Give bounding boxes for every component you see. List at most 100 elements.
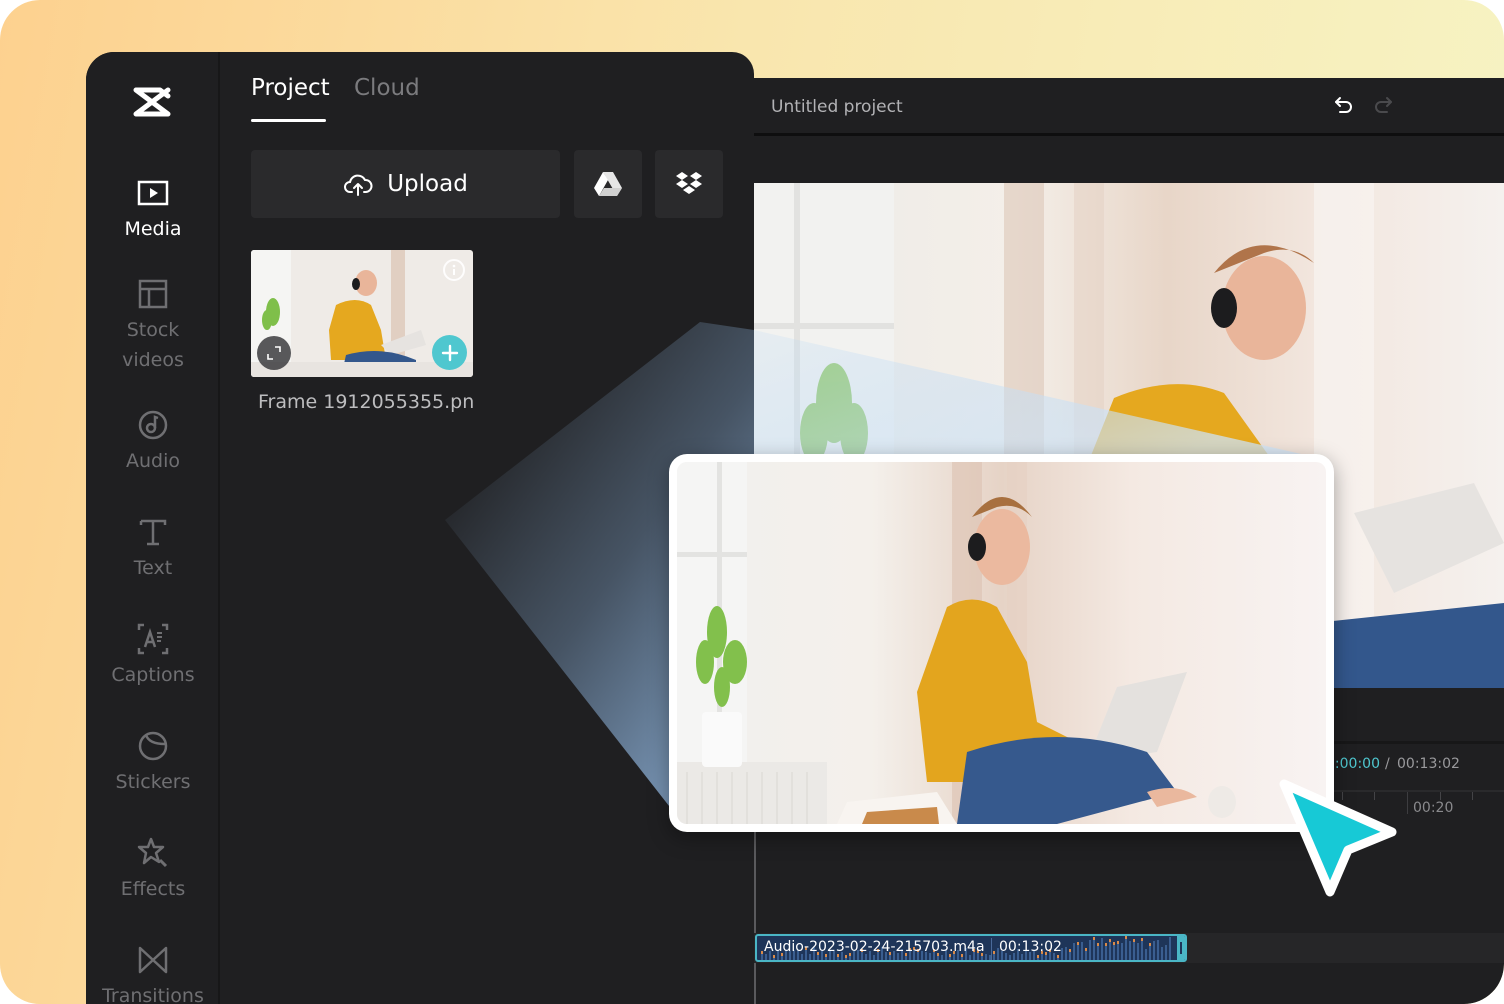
waveform-bar <box>1065 947 1067 960</box>
redo-icon[interactable] <box>1371 94 1395 118</box>
total-time: 00:13:02 <box>1397 756 1460 772</box>
waveform-peak <box>1085 948 1087 951</box>
sidebar-item-transitions[interactable]: Transitions <box>86 943 220 1004</box>
waveform-bar <box>1161 947 1163 960</box>
cloud-upload-icon <box>344 174 373 196</box>
audio-clip-divider <box>991 938 992 960</box>
audio-note-icon <box>136 408 170 442</box>
google-drive-button[interactable] <box>574 150 642 218</box>
playhead[interactable] <box>754 820 756 1004</box>
audio-clip-name: Audio-2023-02-24-215703.m4a <box>764 939 985 955</box>
waveform-bar <box>1157 940 1159 960</box>
audio-clip-trim-handle[interactable] <box>1177 936 1185 960</box>
waveform-peak <box>993 951 995 954</box>
active-tab-indicator <box>251 119 326 122</box>
dropbox-button[interactable] <box>655 150 723 218</box>
captions-icon <box>136 622 170 656</box>
undo-icon[interactable] <box>1332 94 1356 118</box>
tab-project[interactable]: Project <box>251 72 330 104</box>
waveform-bar <box>1165 945 1167 960</box>
audio-clip-duration: 00:13:02 <box>999 939 1062 955</box>
media-thumbnail[interactable] <box>251 250 473 377</box>
waveform-bar <box>1009 955 1011 960</box>
sidebar: Media Stock videos Audio Text Captions S… <box>86 52 220 1004</box>
left-panel: Media Stock videos Audio Text Captions S… <box>86 52 754 1004</box>
sidebar-item-label: Effects <box>120 878 186 900</box>
waveform-bar <box>1093 937 1095 960</box>
zoomed-photo <box>677 462 1326 824</box>
waveform-peak <box>761 951 763 954</box>
sidebar-item-effects[interactable]: Effects <box>86 836 220 904</box>
sidebar-item-label: Text <box>133 557 173 579</box>
add-to-timeline-button[interactable] <box>432 335 467 370</box>
waveform-bar <box>1153 941 1155 960</box>
waveform-peak <box>1093 937 1095 940</box>
waveform-peak <box>1037 955 1039 958</box>
upload-button[interactable]: Upload <box>251 150 560 218</box>
waveform-bar <box>1101 938 1103 960</box>
sidebar-item-label: Stickers <box>115 771 191 793</box>
sidebar-item-label: Captions <box>111 664 195 686</box>
waveform-peak <box>1105 943 1107 946</box>
waveform-peak <box>1133 939 1135 942</box>
waveform-bar <box>1129 941 1131 960</box>
waveform-bar <box>1081 942 1083 960</box>
stock-layout-icon <box>136 277 170 311</box>
waveform-bar <box>1145 949 1147 960</box>
waveform-peak <box>1117 941 1119 944</box>
info-icon[interactable] <box>443 259 465 281</box>
waveform-peak <box>1113 942 1115 945</box>
waveform-peak <box>1077 942 1079 945</box>
tab-cloud[interactable]: Cloud <box>354 72 420 104</box>
editor-header: Untitled project <box>754 78 1504 136</box>
waveform-peak <box>1125 936 1127 939</box>
waveform-bar <box>1137 943 1139 960</box>
sticker-icon <box>136 729 170 763</box>
ruler-tick <box>1472 792 1473 800</box>
current-time: 0:00:00 <box>1326 756 1380 772</box>
waveform-peak <box>1109 939 1111 942</box>
time-separator: / <box>1385 756 1390 772</box>
sidebar-item-stickers[interactable]: Stickers <box>86 729 220 797</box>
sidebar-item-media[interactable]: Media <box>86 176 220 244</box>
text-t-icon <box>136 515 170 549</box>
waveform-bar <box>1089 940 1091 960</box>
dropbox-icon <box>676 172 702 194</box>
waveform-bar <box>1125 936 1127 960</box>
waveform-bar <box>1121 943 1123 960</box>
sidebar-item-text[interactable]: Text <box>86 515 220 583</box>
waveform-peak <box>845 955 847 958</box>
sidebar-item-captions[interactable]: Captions <box>86 622 220 690</box>
ruler-tick-major <box>1407 792 1408 814</box>
waveform-peak <box>1069 949 1071 952</box>
waveform-bar <box>1169 937 1171 960</box>
background: Untitled project 0:00:00 / 00:13:02 00:2… <box>0 0 1504 1004</box>
waveform-peak <box>1057 955 1059 958</box>
waveform-bar <box>941 955 943 960</box>
sidebar-item-label: Transitions <box>102 985 204 1004</box>
sidebar-item-label: Audio <box>125 450 180 472</box>
capcut-logo-icon[interactable] <box>132 86 172 122</box>
waveform-peak <box>1141 938 1143 941</box>
effects-star-icon <box>136 836 170 870</box>
sidebar-item-label: videos <box>122 349 184 371</box>
audio-clip[interactable]: Audio-2023-02-24-215703.m4a 00:13:02 <box>755 934 1187 962</box>
waveform-bar <box>1073 943 1075 960</box>
ruler-label: 00:20 <box>1413 800 1454 816</box>
waveform-bar <box>969 955 971 960</box>
waveform-bar <box>873 955 875 960</box>
pointer-cursor-icon <box>1279 779 1397 897</box>
google-drive-icon <box>594 172 622 196</box>
waveform-peak <box>1097 943 1099 946</box>
sidebar-item-label: Stock <box>126 319 180 341</box>
project-title[interactable]: Untitled project <box>771 94 903 120</box>
media-filename: Frame 1912055355.pn <box>258 391 475 413</box>
waveform-bar <box>1109 939 1111 960</box>
sidebar-item-stock-videos[interactable]: Stock videos <box>86 277 220 375</box>
expand-icon[interactable] <box>257 336 291 370</box>
waveform-bar <box>1141 938 1143 960</box>
media-play-icon <box>136 176 170 210</box>
sidebar-item-audio[interactable]: Audio <box>86 408 220 476</box>
waveform-peak <box>773 955 775 958</box>
toolbar <box>754 139 1504 183</box>
